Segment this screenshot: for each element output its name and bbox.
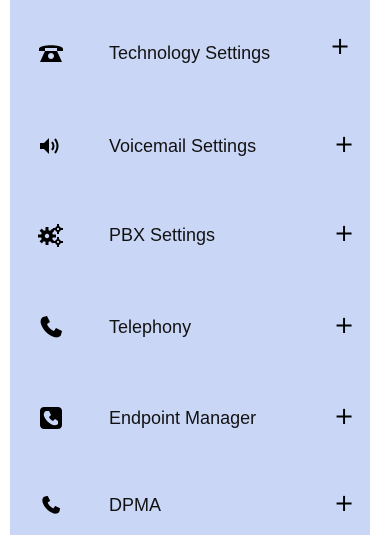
plus-icon[interactable]: + bbox=[328, 31, 352, 61]
menu-item-technology-settings[interactable]: Technology Settings + bbox=[10, 28, 370, 78]
menu-item-label: Voicemail Settings bbox=[109, 136, 257, 156]
menu-item-label: DPMA bbox=[109, 495, 162, 515]
phone-handset-icon bbox=[38, 314, 64, 340]
phone-square-icon bbox=[38, 405, 64, 431]
menu-item-voicemail-settings[interactable]: Voicemail Settings + bbox=[10, 121, 370, 171]
menu-item-telephony[interactable]: Telephony + bbox=[10, 302, 370, 352]
menu-item-pbx-settings[interactable]: PBX Settings + bbox=[10, 210, 370, 260]
menu-item-dpma[interactable]: DPMA + bbox=[10, 480, 370, 530]
plus-icon[interactable]: + bbox=[332, 218, 356, 248]
menu-item-label: Technology Settings bbox=[109, 43, 271, 63]
classic-phone-icon bbox=[38, 40, 64, 66]
settings-menu-panel: Technology Settings + Voicemail Settings… bbox=[10, 0, 370, 535]
menu-item-endpoint-manager[interactable]: Endpoint Manager + bbox=[10, 393, 370, 443]
plus-icon[interactable]: + bbox=[332, 401, 356, 431]
plus-icon[interactable]: + bbox=[332, 488, 356, 518]
menu-item-label: PBX Settings bbox=[109, 225, 216, 245]
gears-icon bbox=[38, 222, 64, 248]
menu-item-label: Endpoint Manager bbox=[109, 408, 257, 428]
menu-item-label: Telephony bbox=[109, 317, 192, 337]
plus-icon[interactable]: + bbox=[332, 310, 356, 340]
phone-handset-icon bbox=[38, 492, 64, 518]
volume-icon bbox=[38, 133, 64, 159]
plus-icon[interactable]: + bbox=[332, 129, 356, 159]
